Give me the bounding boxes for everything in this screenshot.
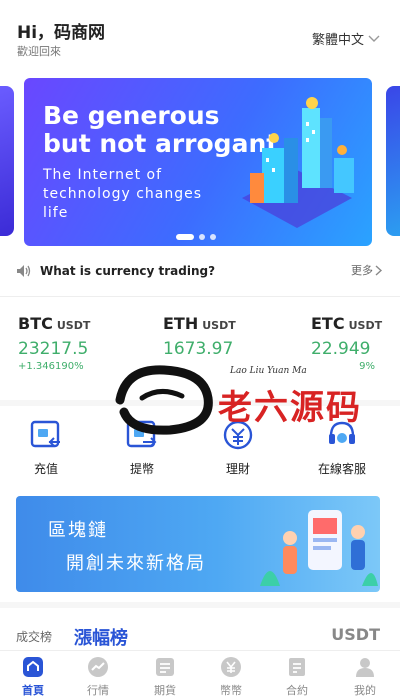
ticker-symbol: ETC [311,314,345,333]
ticker-eth[interactable]: ETH USDT 1673.97 [163,314,283,361]
deposit-label: 充值 [33,462,58,476]
promo-line2: 開創未來新格局 [66,553,206,574]
promo-banner[interactable]: 區塊鏈 開創未來新格局 [16,496,380,592]
tab-label: 行情 [87,684,109,697]
tab-label: 幣幣 [220,684,242,697]
section-divider [0,400,400,406]
language-selector[interactable]: 繁體中文 [312,29,380,48]
tab-coin[interactable]: 幣幣 [198,656,264,698]
carousel-dot[interactable] [199,234,205,240]
bottom-tab-bar: 首頁 行情 期貨 幣幣 合約 我的 [0,650,400,699]
customer-service-icon [329,421,355,444]
finance-label: 理財 [225,462,250,476]
futures-icon [156,658,174,676]
withdraw-button[interactable]: 提幣 [102,418,182,477]
tab-futures[interactable]: 期貨 [132,656,198,698]
coin-icon [221,657,241,677]
app-screen: Hi，码商网 歡迎回來 繁體中文 Be generous but not arr… [0,0,400,699]
ticker-symbol: ETH [163,314,199,333]
deposit-button[interactable]: 充值 [6,418,86,477]
ticker-unit: USDT [56,319,91,332]
ticker-change: +1.346190% [18,361,84,372]
carousel-dot-active[interactable] [176,234,194,240]
ticker-symbol: BTC [18,314,53,333]
notice-more-link[interactable]: 更多 [351,262,382,278]
ticker-change: 9% [359,361,375,372]
withdraw-label: 提幣 [129,462,154,476]
tab-label: 我的 [354,684,376,697]
banner-subtitle-line: technology changes [43,186,203,202]
tab-label: 合約 [286,684,308,697]
ticker-unit: USDT [202,319,236,332]
banner-subtitle: The Internet of technology changes life [43,166,202,223]
ticker-price: 1673.97 [163,339,234,359]
notice-more-label: 更多 [351,264,373,277]
market-icon [88,657,108,677]
prev-slide[interactable] [0,86,14,236]
quick-actions: 充值 提幣 理財 在線客服 [0,418,400,488]
ticker-unit: USDT [348,319,383,332]
tab-gainers-ranking[interactable]: 漲幅榜 [74,624,128,650]
tab-profile[interactable]: 我的 [332,656,398,698]
tab-volume-ranking[interactable]: 成交榜 [16,628,52,645]
ticker-btc[interactable]: BTC USDT 23217.5 +1.346190% [18,314,138,372]
banner-slide[interactable]: Be generous but not arrogant The Interne… [24,78,372,246]
banner-subtitle-line: The Internet of [43,167,163,183]
people-phone-illustration [260,510,378,586]
tab-label: 期貨 [154,684,176,697]
ranking-unit: USDT [331,625,380,644]
greeting: Hi，码商网 [17,23,106,43]
header: Hi，码商网 歡迎回來 繁體中文 [0,0,400,70]
ticker-etc[interactable]: ETC USDT 22.949 9% [311,314,400,372]
ranking-header: 成交榜 漲幅榜 USDT [0,608,400,652]
welcome-text: 歡迎回來 [17,45,61,58]
promo-line1: 區塊鏈 [48,520,108,541]
tab-label: 首頁 [22,684,44,697]
carousel-dots [176,234,216,240]
chevron-down-icon [368,35,380,42]
language-label: 繁體中文 [311,33,364,48]
home-icon [23,657,43,677]
tab-contract[interactable]: 合約 [264,656,330,698]
deposit-icon [30,420,60,448]
finance-icon [223,420,253,450]
user-icon [356,658,374,677]
divider [0,296,400,297]
ticker-price: 22.949 [311,339,371,359]
customer-service-label: 在線客服 [317,462,366,476]
notice-text[interactable]: What is currency trading? [40,264,215,278]
carousel-dot[interactable] [210,234,216,240]
next-slide[interactable] [386,86,400,236]
banner-carousel[interactable]: Be generous but not arrogant The Interne… [0,78,400,248]
withdraw-icon [126,420,157,448]
tab-home[interactable]: 首頁 [0,656,66,698]
ticker-row: BTC USDT 23217.5 +1.346190% ETH USDT 1673.… [0,300,400,390]
chevron-right-icon [375,264,382,276]
ticker-price: 23217.5 [18,339,89,359]
contract-icon [289,658,305,676]
isometric-city-illustration [242,97,354,228]
tab-market[interactable]: 行情 [65,656,131,698]
speaker-icon [17,265,31,277]
customer-service-button[interactable]: 在線客服 [302,418,382,477]
banner-subtitle-line: life [43,205,69,221]
notice-bar[interactable]: What is currency trading? 更多 [16,262,382,280]
finance-button[interactable]: 理財 [198,418,278,477]
